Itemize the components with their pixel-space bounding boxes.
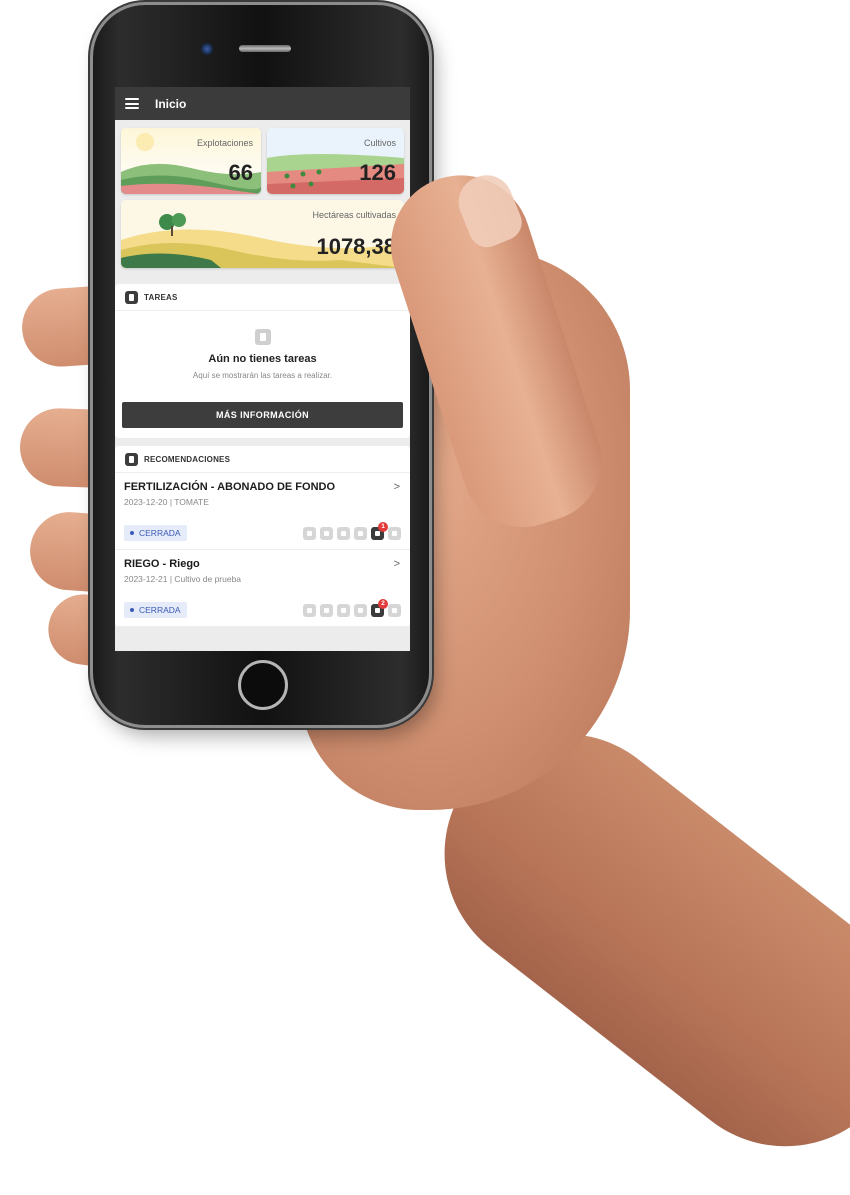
clipboard-icon (125, 290, 138, 304)
notification-badge: 1 (378, 521, 388, 532)
clipboard-icon[interactable] (388, 526, 401, 540)
recommendations-header: RECOMENDACIONES (115, 446, 410, 473)
recommendations-card: RECOMENDACIONES FERTILIZACIÓN - ABONADO … (115, 446, 410, 627)
empty-title: Aún no tienes tareas (208, 353, 317, 365)
document-icon[interactable]: 2 (371, 598, 388, 617)
recommendation-title: RIEGO - Riego (124, 558, 200, 570)
action-icons: 2 (303, 598, 401, 617)
stat-card-cultivos[interactable]: Cultivos 126 (267, 128, 404, 194)
document-icon[interactable]: 1 (371, 521, 388, 540)
tasks-empty-state: Aún no tienes tareas Aquí se mostrarán l… (115, 311, 410, 392)
list-item[interactable]: FERTILIZACIÓN - ABONADO DE FONDO 2023-12… (115, 473, 410, 550)
tasks-header-label: TAREAS (144, 292, 178, 302)
tractor-icon[interactable] (337, 603, 350, 617)
list-item[interactable]: RIEGO - Riego 2023-12-21 | Cultivo de pr… (115, 550, 410, 627)
front-camera (201, 43, 213, 55)
clipboard-icon (254, 329, 271, 345)
phone-device: Inicio Explotaciones 66 Cultivos 126 Hec… (93, 5, 429, 725)
tractor-icon[interactable] (337, 526, 350, 540)
action-icons: 1 (303, 521, 401, 540)
status-label: CERRADA (139, 605, 181, 615)
recommendation-subtitle: 2023-12-21 | Cultivo de prueba (124, 574, 242, 584)
app-bar: Inicio (115, 87, 410, 120)
cancel-icon[interactable] (354, 603, 367, 617)
empty-subtitle: Aquí se mostrarán las tareas a realizar. (192, 371, 333, 380)
earpiece-speaker (239, 45, 291, 52)
recommendations-header-label: RECOMENDACIONES (144, 454, 231, 464)
notification-badge: 2 (378, 598, 388, 609)
home-button[interactable] (238, 660, 288, 710)
group-icon[interactable] (320, 526, 333, 540)
recommendation-title: FERTILIZACIÓN - ABONADO DE FONDO (124, 481, 336, 493)
stat-label: Explotaciones (196, 138, 253, 148)
more-info-button[interactable]: MÁS INFORMACIÓN (122, 402, 403, 428)
cancel-icon[interactable] (354, 526, 367, 540)
menu-icon[interactable] (125, 98, 139, 109)
tasks-card: TAREAS Aún no tienes tareas Aquí se most… (115, 284, 410, 438)
dashboard-content: Explotaciones 66 Cultivos 126 Hectáreas … (115, 120, 410, 627)
stat-card-hectareas[interactable]: Hectáreas cultivadas 1078,38 (121, 200, 404, 268)
chevron-right-icon: > (393, 481, 400, 493)
stat-label: Cultivos (363, 138, 396, 148)
clipboard-icon[interactable] (388, 603, 401, 617)
fertilizer-icon[interactable] (303, 526, 316, 540)
page-title: Inicio (155, 96, 187, 111)
recommendation-subtitle: 2023-12-20 | TOMATE (124, 497, 209, 507)
stat-value: 1078,38 (316, 234, 396, 259)
status-label: CERRADA (139, 528, 181, 538)
stat-card-explotaciones[interactable]: Explotaciones 66 (121, 128, 261, 194)
clipboard-icon (125, 452, 138, 466)
tasks-header: TAREAS (115, 284, 410, 311)
stat-value: 126 (359, 160, 396, 185)
group-icon[interactable] (320, 603, 333, 617)
fertilizer-icon[interactable] (303, 603, 316, 617)
stat-value: 66 (228, 160, 253, 185)
status-badge: CERRADA (124, 525, 187, 541)
chevron-right-icon: > (393, 558, 400, 570)
app-screen: Inicio Explotaciones 66 Cultivos 126 Hec… (115, 87, 410, 651)
status-badge: CERRADA (124, 602, 187, 618)
stat-label: Hectáreas cultivadas (312, 210, 396, 220)
